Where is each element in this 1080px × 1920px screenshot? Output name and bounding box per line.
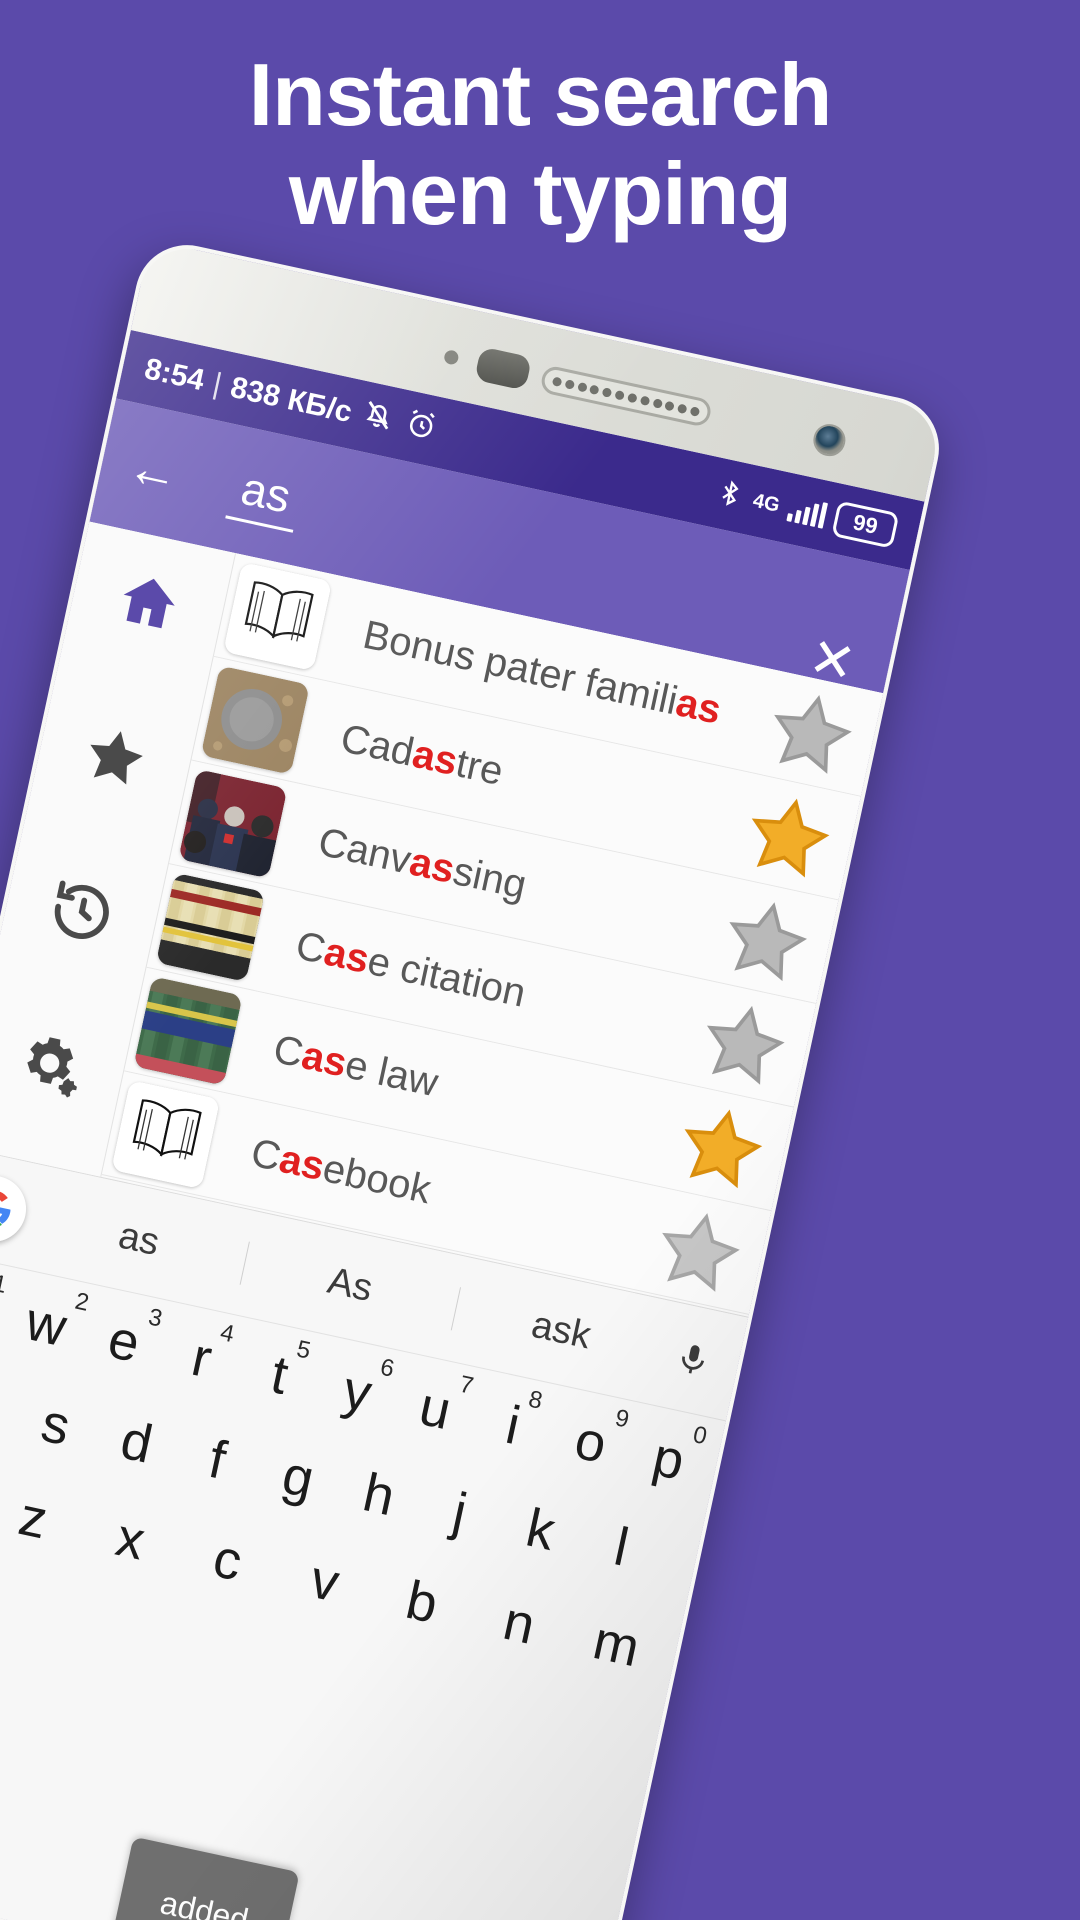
key-i[interactable]: i8	[468, 1386, 557, 1461]
star-icon-silver[interactable]	[692, 992, 796, 1093]
network-type-label: 4G	[750, 489, 782, 517]
bell-mute-icon	[357, 395, 399, 443]
sidebar-item-favorites[interactable]	[76, 718, 154, 796]
thumbnail-law-books-yellow	[155, 872, 266, 982]
key-t[interactable]: t5	[235, 1335, 324, 1410]
result-suffix: ebook	[318, 1146, 435, 1213]
sidebar-item-settings[interactable]	[9, 1027, 87, 1105]
key-w[interactable]: w2	[2, 1288, 92, 1360]
key-f[interactable]: f	[171, 1425, 263, 1495]
alarm-icon	[400, 404, 442, 452]
bluetooth-icon	[712, 474, 747, 516]
key-h[interactable]: h	[333, 1460, 425, 1530]
star-icon-gold[interactable]	[737, 785, 841, 886]
status-separator: |	[210, 367, 225, 401]
phone-screen: 8:54 | 838 КБ/с 4G 99 ← as ✕ Bonus pater…	[0, 330, 925, 1920]
key-c[interactable]: c	[173, 1523, 282, 1597]
key-m[interactable]: m	[562, 1607, 671, 1681]
key-l[interactable]: l	[575, 1512, 667, 1582]
promo-headline: Instant search when typing	[0, 45, 1080, 243]
key-p[interactable]: p0	[624, 1421, 713, 1494]
signal-strength-icon	[786, 495, 829, 529]
key-v[interactable]: v	[271, 1544, 380, 1618]
key-r[interactable]: r4	[157, 1319, 246, 1393]
promo-screenshot: Instant search when typing 8:54 | 838 КБ…	[0, 0, 1080, 1920]
key-b[interactable]: b	[368, 1565, 477, 1639]
key-z[interactable]: z	[0, 1481, 88, 1555]
thumbnail-open-book	[111, 1079, 221, 1189]
back-arrow-icon[interactable]: ←	[122, 437, 202, 506]
key-e[interactable]: e3	[79, 1303, 168, 1377]
key-g[interactable]: g	[252, 1442, 344, 1512]
suggestion-2[interactable]: As	[240, 1242, 460, 1330]
status-time: 8:54	[141, 352, 208, 398]
result-suffix: e law	[341, 1042, 442, 1106]
key-u[interactable]: u7	[391, 1371, 480, 1444]
headline-line-2: when typing	[288, 143, 792, 243]
suggestion-1[interactable]: as	[29, 1196, 249, 1284]
result-match: as	[672, 680, 725, 733]
battery-level-badge: 99	[831, 500, 900, 549]
star-icon-silver[interactable]	[715, 888, 819, 989]
headline-line-1: Instant search	[248, 45, 833, 144]
phone-body: 8:54 | 838 КБ/с 4G 99 ← as ✕ Bonus pater…	[0, 235, 949, 1920]
sidebar-item-home[interactable]	[109, 564, 187, 642]
status-network-speed: 838 КБ/с	[227, 370, 355, 430]
phone-mockup: 8:54 | 838 КБ/с 4G 99 ← as ✕ Bonus pater…	[0, 235, 949, 1920]
suggestion-3[interactable]: ask	[451, 1287, 671, 1375]
proximity-sensor-icon	[443, 349, 460, 366]
thumbnail-open-book	[223, 561, 333, 671]
search-input[interactable]: as	[225, 458, 306, 533]
google-g-icon[interactable]	[0, 1169, 33, 1248]
key-press-popup: added	[109, 1836, 300, 1920]
key-n[interactable]: n	[465, 1586, 574, 1660]
thumbnail-coin-ground	[200, 664, 311, 775]
result-prefix: Canv	[314, 819, 416, 883]
key-y[interactable]: y6	[313, 1354, 402, 1427]
star-icon-gold[interactable]	[670, 1095, 774, 1196]
star-icon-silver[interactable]	[760, 681, 864, 782]
earpiece-icon	[474, 346, 533, 391]
result-suffix: e citation	[363, 938, 530, 1016]
result-suffix: tre	[452, 741, 507, 795]
result-suffix: sing	[449, 848, 531, 908]
speaker-grill-icon	[539, 364, 714, 429]
thumbnail-law-books-green	[133, 975, 243, 1086]
key-s[interactable]: s	[10, 1390, 102, 1460]
key-k[interactable]: k	[495, 1495, 587, 1565]
key-d[interactable]: d	[91, 1407, 183, 1477]
front-camera-icon	[810, 421, 849, 460]
microphone-icon[interactable]	[662, 1330, 725, 1388]
result-prefix: Cad	[336, 716, 418, 775]
sidebar-item-history[interactable]	[42, 872, 120, 950]
star-icon-silver[interactable]	[648, 1199, 752, 1300]
key-o[interactable]: o9	[546, 1404, 635, 1478]
key-j[interactable]: j	[414, 1477, 506, 1547]
key-x[interactable]: x	[76, 1502, 185, 1576]
thumbnail-people-crowd	[178, 768, 288, 878]
